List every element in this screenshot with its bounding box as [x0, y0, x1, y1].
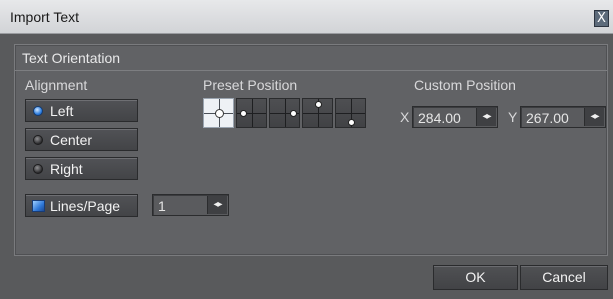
panel-title: Text Orientation	[22, 50, 121, 66]
ok-button[interactable]: OK	[433, 265, 518, 290]
preset-bottom-button[interactable]	[335, 98, 366, 128]
preset-center-button[interactable]	[203, 98, 234, 128]
preset-left-button[interactable]	[236, 98, 267, 128]
spin-arrows-icon[interactable]: ◂▸	[584, 108, 604, 126]
x-axis-label: X	[400, 109, 410, 125]
align-left-radio[interactable]: Left	[25, 99, 138, 122]
bottom-dot-icon	[348, 119, 355, 126]
x-position-value: 284.00	[418, 110, 461, 126]
preset-right-button[interactable]	[269, 98, 300, 128]
align-right-label: Right	[50, 161, 83, 177]
lines-per-page-label: Lines/Page	[50, 198, 121, 214]
title-bar[interactable]: Import Text X	[0, 0, 613, 34]
spin-arrows-icon[interactable]: ◂▸	[476, 108, 496, 126]
close-icon: X	[597, 11, 606, 26]
y-axis-label: Y	[508, 109, 518, 125]
center-dot-icon	[215, 109, 224, 118]
align-center-label: Center	[50, 132, 93, 148]
radio-off-icon	[33, 135, 43, 145]
close-button[interactable]: X	[594, 10, 609, 27]
align-center-radio[interactable]: Center	[25, 128, 138, 151]
right-dot-icon	[290, 110, 297, 117]
preset-position-label: Preset Position	[203, 77, 298, 93]
radio-on-icon	[33, 106, 43, 116]
x-position-field[interactable]: 284.00 ◂▸	[412, 106, 498, 128]
y-position-value: 267.00	[526, 110, 569, 126]
import-text-dialog: Import Text X Text Orientation Alignment…	[0, 0, 613, 299]
left-dot-icon	[240, 110, 247, 117]
panel-header: Text Orientation	[15, 45, 607, 71]
align-right-radio[interactable]: Right	[25, 157, 138, 180]
top-dot-icon	[315, 101, 322, 108]
cancel-button[interactable]: Cancel	[520, 265, 608, 290]
window-title: Import Text	[10, 9, 79, 25]
custom-position-label: Custom Position	[414, 77, 516, 93]
checkbox-checked-icon	[32, 200, 45, 212]
spin-arrows-icon[interactable]: ◂▸	[207, 196, 227, 214]
radio-off-icon	[33, 164, 43, 174]
lines-per-page-value: 1	[158, 198, 166, 214]
lines-per-page-checkbox[interactable]: Lines/Page	[25, 194, 138, 217]
lines-per-page-stepper[interactable]: 1 ◂▸	[152, 194, 229, 216]
alignment-label: Alignment	[25, 77, 88, 93]
y-position-field[interactable]: 267.00 ◂▸	[520, 106, 606, 128]
preset-top-button[interactable]	[302, 98, 333, 128]
align-left-label: Left	[50, 103, 74, 119]
